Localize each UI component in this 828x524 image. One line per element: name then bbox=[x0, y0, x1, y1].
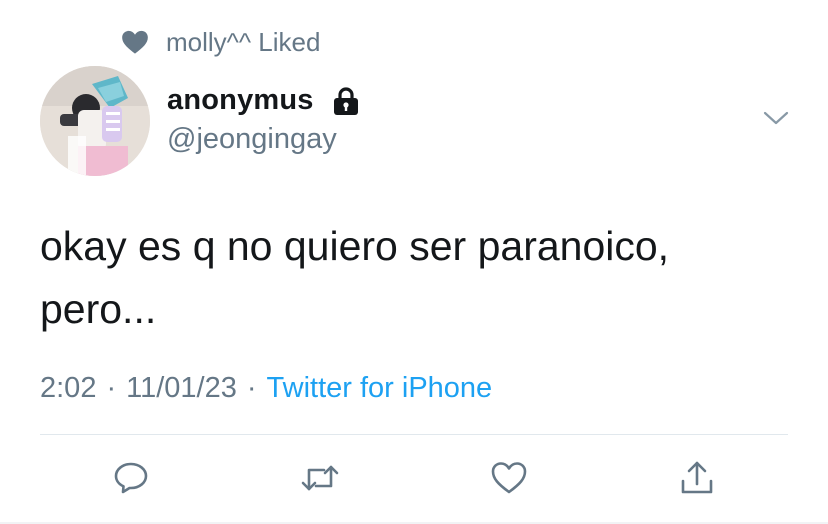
display-name: anonymus bbox=[167, 84, 314, 116]
tweet-date: 11/01/23 bbox=[126, 372, 237, 404]
like-icon[interactable] bbox=[489, 458, 529, 498]
meta-separator: · bbox=[106, 372, 117, 404]
user-handle[interactable]: @jeongingay bbox=[167, 123, 337, 156]
tweet-source-link[interactable]: Twitter for iPhone bbox=[267, 372, 493, 405]
reply-icon[interactable] bbox=[111, 458, 151, 498]
lock-icon bbox=[332, 85, 362, 117]
tweet-text: okay es q no quiero ser paranoico, pero.… bbox=[40, 223, 670, 332]
avatar[interactable] bbox=[40, 66, 150, 176]
share-icon[interactable] bbox=[677, 458, 717, 498]
divider bbox=[40, 434, 788, 435]
chevron-down-icon[interactable] bbox=[763, 108, 789, 128]
tweet-meta: 2:02 · 11/01/23 · Twitter for iPhone bbox=[40, 372, 492, 405]
social-context[interactable]: molly^^ Liked bbox=[120, 25, 320, 59]
social-context-text: molly^^ Liked bbox=[166, 26, 321, 57]
meta-separator: · bbox=[246, 372, 257, 404]
heart-filled-icon bbox=[120, 27, 150, 57]
tweet-time: 2:02 bbox=[40, 372, 97, 404]
retweet-icon[interactable] bbox=[300, 458, 340, 498]
author-name-row[interactable]: anonymus bbox=[167, 84, 362, 117]
